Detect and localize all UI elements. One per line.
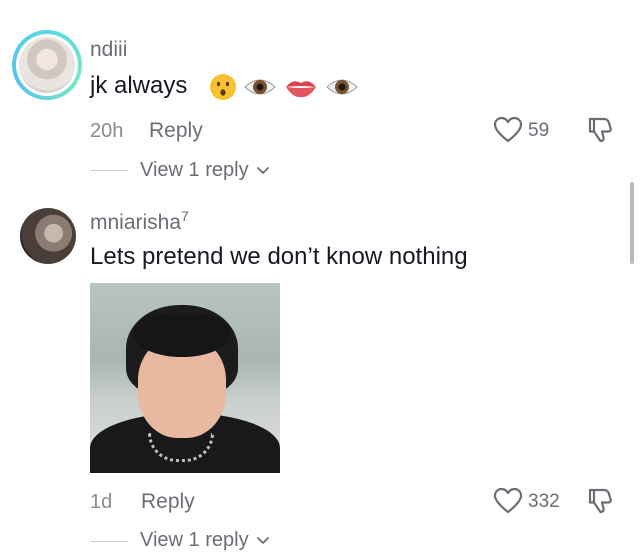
hushed-face-icon <box>209 73 236 100</box>
like-heart-icon[interactable] <box>493 487 523 515</box>
view-replies-button[interactable]: View 1 reply <box>140 529 270 552</box>
eye-icon <box>244 79 277 95</box>
dislike-icon[interactable] <box>585 116 613 144</box>
comment-timestamp: 1d <box>90 491 113 513</box>
avatar[interactable] <box>19 37 75 93</box>
lips-icon <box>286 80 317 97</box>
comment-photo[interactable] <box>90 283 280 473</box>
comment-username[interactable]: mniarisha7 <box>90 208 189 235</box>
reply-button[interactable]: Reply <box>141 490 195 514</box>
comment-body: jk always <box>90 72 188 99</box>
scrollbar[interactable] <box>630 182 634 264</box>
like-count: 59 <box>528 120 550 141</box>
eye-icon <box>325 79 358 95</box>
comment-username[interactable]: ndiii <box>90 38 127 62</box>
replies-divider <box>90 170 128 171</box>
comment-text: jk always <box>90 72 359 101</box>
view-replies-label: View 1 reply <box>140 529 249 551</box>
replies-divider <box>90 541 128 542</box>
photo-shape <box>134 313 230 357</box>
avatar[interactable] <box>20 208 76 264</box>
like-count: 332 <box>528 491 560 512</box>
comment-timestamp: 20h <box>90 120 124 142</box>
chevron-down-icon <box>257 537 270 544</box>
comment-username-text: mniarisha <box>90 211 182 234</box>
dislike-icon[interactable] <box>585 487 613 515</box>
like-heart-icon[interactable] <box>493 116 523 144</box>
view-replies-button[interactable]: View 1 reply <box>140 159 270 182</box>
chevron-down-icon <box>257 167 270 174</box>
avatar-story-ring[interactable] <box>12 30 82 100</box>
reply-button[interactable]: Reply <box>149 119 203 143</box>
username-suffix: 7 <box>181 208 189 224</box>
comment-text: Lets pretend we don’t know nothing <box>90 243 468 270</box>
view-replies-label: View 1 reply <box>140 159 249 181</box>
